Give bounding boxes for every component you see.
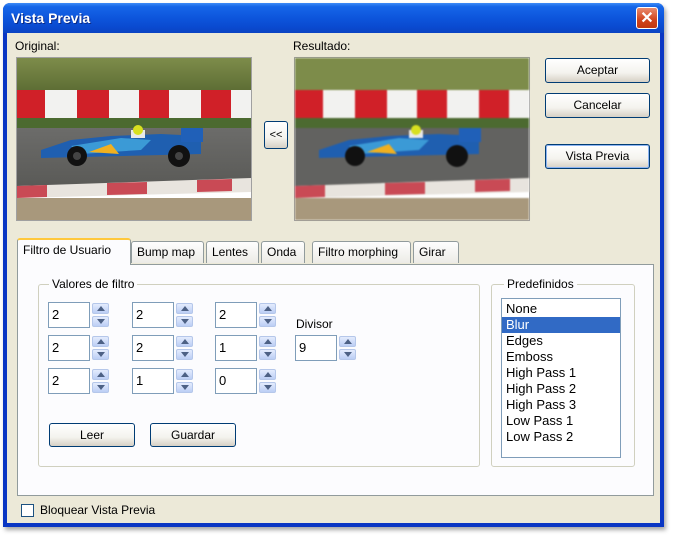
tab-bump-map[interactable]: Bump map — [131, 241, 204, 263]
cancel-button[interactable]: Cancelar — [545, 93, 650, 118]
list-item[interactable]: High Pass 1 — [502, 365, 620, 381]
spin-up-icon[interactable] — [92, 369, 109, 380]
spin-down-icon[interactable] — [259, 316, 276, 327]
preview-button[interactable]: Vista Previa — [545, 144, 650, 169]
list-item[interactable]: High Pass 3 — [502, 397, 620, 413]
matrix-cell-r1c2[interactable]: 2 — [132, 302, 195, 328]
spin-down-icon[interactable] — [176, 349, 193, 360]
spin-down-icon[interactable] — [259, 349, 276, 360]
result-label: Resultado: — [293, 39, 351, 53]
filter-values-title: Valores de filtro — [49, 277, 138, 291]
divisor-label: Divisor — [296, 317, 333, 331]
matrix-input[interactable]: 2 — [215, 302, 257, 328]
list-item[interactable]: Emboss — [502, 349, 620, 365]
original-label: Original: — [15, 39, 60, 53]
list-item[interactable]: Low Pass 1 — [502, 413, 620, 429]
result-image — [295, 58, 529, 220]
matrix-cell-r3c1[interactable]: 2 — [48, 368, 111, 394]
matrix-cell-r3c3[interactable]: 0 — [215, 368, 278, 394]
list-item[interactable]: Blur — [502, 317, 620, 333]
read-button[interactable]: Leer — [49, 423, 135, 447]
window-title: Vista Previa — [11, 10, 91, 26]
matrix-input[interactable]: 2 — [48, 335, 90, 361]
lock-preview-label[interactable]: Bloquear Vista Previa — [40, 503, 155, 517]
list-item[interactable]: High Pass 2 — [502, 381, 620, 397]
presets-list[interactable]: None Blur Edges Emboss High Pass 1 High … — [501, 298, 621, 458]
matrix-cell-r3c2[interactable]: 1 — [132, 368, 195, 394]
matrix-input[interactable]: 2 — [48, 368, 90, 394]
spin-up-icon[interactable] — [339, 336, 356, 347]
matrix-input[interactable]: 0 — [215, 368, 257, 394]
spin-up-icon[interactable] — [92, 303, 109, 314]
dialog-body: Original: Resultado: << Aceptar Cancelar… — [7, 33, 660, 523]
tab-user-filter[interactable]: Filtro de Usuario — [17, 238, 131, 265]
spin-up-icon[interactable] — [176, 303, 193, 314]
matrix-cell-r1c1[interactable]: 2 — [48, 302, 111, 328]
divisor-stepper[interactable]: 9 — [295, 335, 358, 361]
presets-title: Predefinidos — [504, 277, 577, 291]
matrix-cell-r2c1[interactable]: 2 — [48, 335, 111, 361]
spin-up-icon[interactable] — [259, 369, 276, 380]
matrix-input[interactable]: 1 — [215, 335, 257, 361]
spin-up-icon[interactable] — [259, 303, 276, 314]
matrix-input[interactable]: 2 — [132, 302, 174, 328]
spin-down-icon[interactable] — [259, 382, 276, 393]
list-item[interactable]: Low Pass 2 — [502, 429, 620, 445]
list-item[interactable]: Edges — [502, 333, 620, 349]
tab-morphing-filter[interactable]: Filtro morphing — [312, 241, 411, 263]
list-item[interactable]: None — [502, 301, 620, 317]
original-preview — [16, 57, 252, 221]
matrix-cell-r2c2[interactable]: 2 — [132, 335, 195, 361]
spin-down-icon[interactable] — [339, 349, 356, 360]
copy-to-original-button[interactable]: << — [264, 121, 288, 149]
spin-up-icon[interactable] — [176, 369, 193, 380]
matrix-input[interactable]: 1 — [132, 368, 174, 394]
spin-up-icon[interactable] — [92, 336, 109, 347]
accept-button[interactable]: Aceptar — [545, 58, 650, 83]
matrix-cell-r2c3[interactable]: 1 — [215, 335, 278, 361]
save-button[interactable]: Guardar — [150, 423, 236, 447]
divisor-input[interactable]: 9 — [295, 335, 337, 361]
spin-down-icon[interactable] — [92, 349, 109, 360]
spin-down-icon[interactable] — [92, 316, 109, 327]
spin-down-icon[interactable] — [92, 382, 109, 393]
matrix-cell-r1c3[interactable]: 2 — [215, 302, 278, 328]
tab-lenses[interactable]: Lentes — [206, 241, 259, 263]
matrix-input[interactable]: 2 — [48, 302, 90, 328]
spin-down-icon[interactable] — [176, 316, 193, 327]
result-preview — [294, 57, 530, 221]
title-bar[interactable]: Vista Previa ✕ — [3, 3, 664, 33]
close-button[interactable]: ✕ — [636, 7, 658, 29]
spin-down-icon[interactable] — [176, 382, 193, 393]
matrix-input[interactable]: 2 — [132, 335, 174, 361]
spin-up-icon[interactable] — [176, 336, 193, 347]
tab-wave[interactable]: Onda — [261, 241, 305, 263]
tab-rotate[interactable]: Girar — [413, 241, 459, 263]
dialog-window: Vista Previa ✕ Original: Resultado: << A… — [3, 3, 664, 527]
original-image — [17, 58, 251, 220]
lock-preview-checkbox[interactable] — [21, 504, 34, 517]
spin-up-icon[interactable] — [259, 336, 276, 347]
